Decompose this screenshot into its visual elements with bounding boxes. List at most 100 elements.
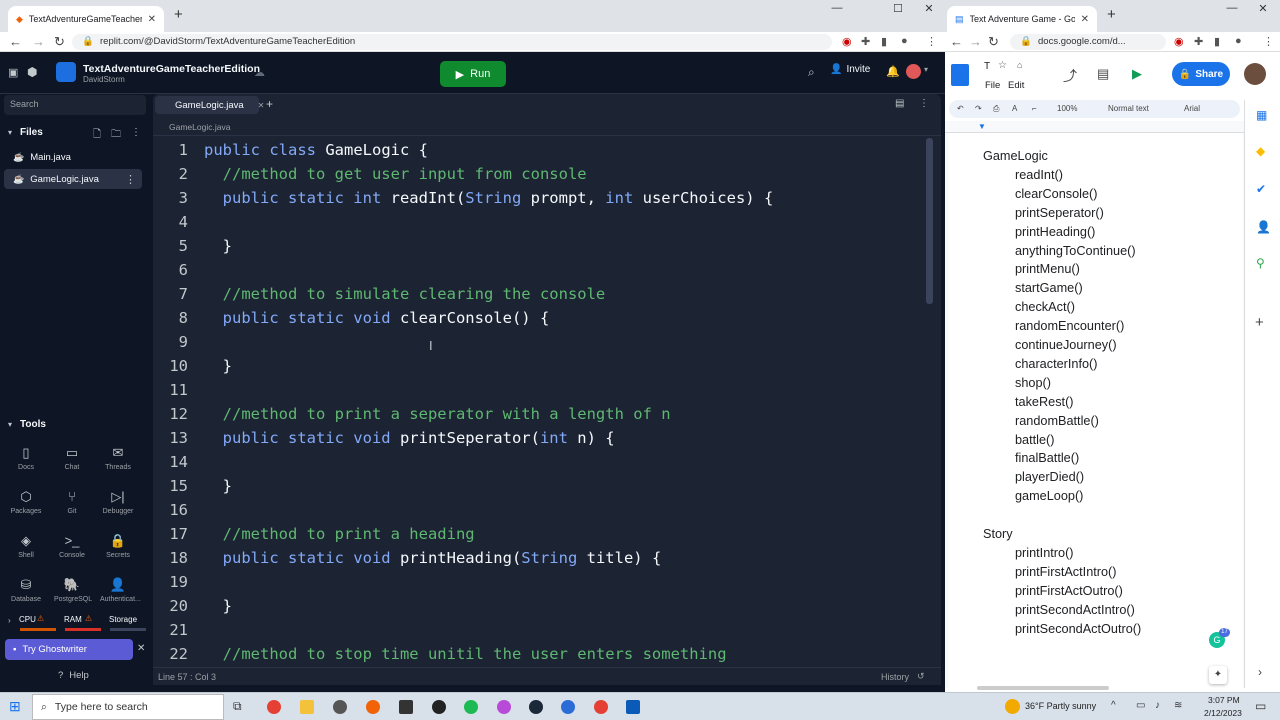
reload-icon[interactable]: ↻ <box>54 34 65 50</box>
doc-list-item[interactable]: printSecondActIntro() <box>1015 603 1135 617</box>
code-line[interactable]: 15 } <box>153 474 232 498</box>
try-ghostwriter-button[interactable]: ▪ Try Ghostwriter <box>5 639 133 660</box>
tool-packages[interactable]: ⬡ Packages <box>8 486 44 515</box>
horizontal-scrollbar[interactable] <box>977 686 1109 690</box>
forward-icon[interactable]: → <box>32 34 45 49</box>
maps-icon[interactable]: ⚲ <box>1256 256 1265 270</box>
doc-list-item[interactable]: battle() <box>1015 433 1055 447</box>
code-line[interactable]: 16 <box>153 498 204 522</box>
replit-taskbar-icon[interactable] <box>366 700 380 714</box>
unity-taskbar-icon[interactable] <box>399 700 413 714</box>
tools-collapse-icon[interactable]: ▾ <box>8 420 12 429</box>
new-tab-icon[interactable]: + <box>1107 6 1116 23</box>
repl-name[interactable]: TextAdventureGameTeacherEdition <box>83 63 260 75</box>
url-field[interactable]: 🔒 replit.com/@DavidStorm/TextAdventureGa… <box>72 34 832 50</box>
opera-icon[interactable]: ◉ <box>1174 35 1184 48</box>
close-tab-icon[interactable]: ✕ <box>148 14 156 25</box>
sidebar-icon[interactable]: ▮ <box>881 35 887 48</box>
style-select[interactable]: Normal text <box>1108 104 1149 113</box>
zoom-select[interactable]: 100% <box>1057 104 1077 113</box>
code-line[interactable]: 12 //method to print a seperator with a … <box>153 402 670 426</box>
doc-list-item[interactable]: readInt() <box>1015 168 1063 182</box>
code-line[interactable]: 21 <box>153 618 204 642</box>
new-file-icon[interactable]: 🗋 <box>93 127 101 144</box>
editor-taskbar-icon[interactable] <box>561 700 575 714</box>
file-explorer-icon[interactable] <box>300 700 314 714</box>
doc-list-item[interactable]: checkAct() <box>1015 300 1075 314</box>
tool-authentication[interactable]: 👤 Authenticat... <box>100 574 141 603</box>
browser-tab-replit[interactable]: ◆ TextAdventureGameTeacherEdition ✕ <box>8 6 164 32</box>
back-icon[interactable]: ← <box>9 34 22 49</box>
code-line[interactable]: 14 <box>153 450 204 474</box>
search-icon[interactable]: ⌕ <box>808 65 815 80</box>
tool-threads[interactable]: ✉ Threads <box>100 442 136 471</box>
explore-icon[interactable]: ✦ <box>1209 666 1227 684</box>
volume-icon[interactable]: ♪ <box>1155 700 1160 711</box>
replit-logo-icon[interactable]: ⬢ <box>27 65 37 79</box>
doc-list-item[interactable]: shop() <box>1015 376 1051 390</box>
chrome-active-taskbar-icon[interactable] <box>594 700 608 714</box>
docs-logo-icon[interactable] <box>951 64 969 86</box>
profile-avatar[interactable]: ● <box>1235 35 1242 47</box>
bell-icon[interactable]: 🔔 <box>886 65 900 78</box>
split-view-icon[interactable]: ▤ <box>895 98 904 109</box>
doc-list-item[interactable]: printHeading() <box>1015 225 1095 239</box>
comments-icon[interactable]: ▤ <box>1097 66 1109 82</box>
browser-tab-docs[interactable]: ▤ Text Adventure Game - Google D ✕ <box>947 6 1097 32</box>
extensions-icon[interactable]: ✚ <box>861 35 870 48</box>
tool-debugger[interactable]: ▷| Debugger <box>100 486 136 515</box>
code-line[interactable]: 19 <box>153 570 204 594</box>
close-tab-icon[interactable]: ✕ <box>258 101 265 110</box>
app2-taskbar-icon[interactable] <box>626 700 640 714</box>
notifications-icon[interactable]: ▭ <box>1255 699 1266 713</box>
browser-menu-icon[interactable]: ⋮ <box>1263 35 1274 48</box>
doc-list-item[interactable]: startGame() <box>1015 281 1083 295</box>
spotify-taskbar-icon[interactable] <box>464 700 478 714</box>
editor-tab-gamelogic[interactable]: GameLogic.java ✕ <box>155 96 264 114</box>
file-item-main[interactable]: ☕ Main.java <box>4 147 142 167</box>
tool-database[interactable]: ⛁ Database <box>8 574 44 603</box>
chevron-down-icon[interactable]: ▾ <box>924 65 928 74</box>
doc-list-item[interactable]: playerDied() <box>1015 470 1084 484</box>
font-select[interactable]: Arial <box>1184 104 1200 113</box>
forward-icon[interactable]: → <box>969 34 982 49</box>
back-icon[interactable]: ← <box>950 34 963 49</box>
code-line[interactable]: 11 <box>153 378 204 402</box>
run-button[interactable]: ▶ Run <box>440 61 506 87</box>
meet-icon[interactable]: ▶ <box>1132 66 1142 82</box>
code-area[interactable]: 1 public class GameLogic {2 //method to g… <box>153 138 923 668</box>
files-menu-icon[interactable]: ⋮ <box>131 127 141 138</box>
code-line[interactable]: 8 public static void clearConsole() { <box>153 306 550 330</box>
resources-bar[interactable]: › CPU ⚠ RAM ⚠ Storage <box>0 612 148 634</box>
doc-list-item[interactable]: clearConsole() <box>1015 187 1098 201</box>
browser-menu-icon[interactable]: ⋮ <box>926 35 937 48</box>
code-line[interactable]: 4 <box>153 210 204 234</box>
file-item-gamelogic[interactable]: ☕ GameLogic.java ⋮ <box>4 169 142 189</box>
close-tab-icon[interactable]: ✕ <box>1081 14 1089 25</box>
help-button[interactable]: ? Help <box>58 670 89 681</box>
minimize-icon[interactable]: — <box>822 2 852 14</box>
code-line[interactable]: 10 } <box>153 354 232 378</box>
paint-taskbar-icon[interactable] <box>497 700 511 714</box>
sidebar-icon[interactable]: ▮ <box>1214 35 1220 48</box>
search-input[interactable]: Search <box>4 95 146 115</box>
repl-owner[interactable]: DavidStorm <box>83 75 125 84</box>
sidebar-toggle-icon[interactable]: ▣ <box>8 66 18 79</box>
url-field[interactable]: 🔒 docs.google.com/d... <box>1010 34 1166 50</box>
code-line[interactable]: 22 //method to stop time unitil the user… <box>153 642 726 666</box>
doc-page[interactable]: GameLogic readInt() clearConsole() printSep… <box>949 133 1243 688</box>
doc-list-item[interactable]: randomBattle() <box>1015 414 1099 428</box>
doc-list-item[interactable]: printSeperator() <box>1015 206 1104 220</box>
files-collapse-icon[interactable]: ▾ <box>8 128 12 137</box>
activity-icon[interactable]: ⤴ <box>1063 66 1077 86</box>
code-line[interactable]: 7 //method to simulate clearing the cons… <box>153 282 606 306</box>
wifi-icon[interactable]: ≋ <box>1174 700 1182 711</box>
hide-panel-icon[interactable]: › <box>1258 665 1262 679</box>
paint-format-icon[interactable]: ⌐ <box>1032 104 1037 113</box>
contacts-icon[interactable]: 👤 <box>1256 220 1271 234</box>
code-line[interactable]: 17 //method to print a heading <box>153 522 474 546</box>
doc-heading[interactable]: Story <box>983 527 1013 541</box>
doc-list-item[interactable]: anythingToContinue() <box>1015 244 1136 258</box>
ruler[interactable]: ▼ <box>945 121 1244 133</box>
file-menu-icon[interactable]: ⋮ <box>125 173 136 186</box>
